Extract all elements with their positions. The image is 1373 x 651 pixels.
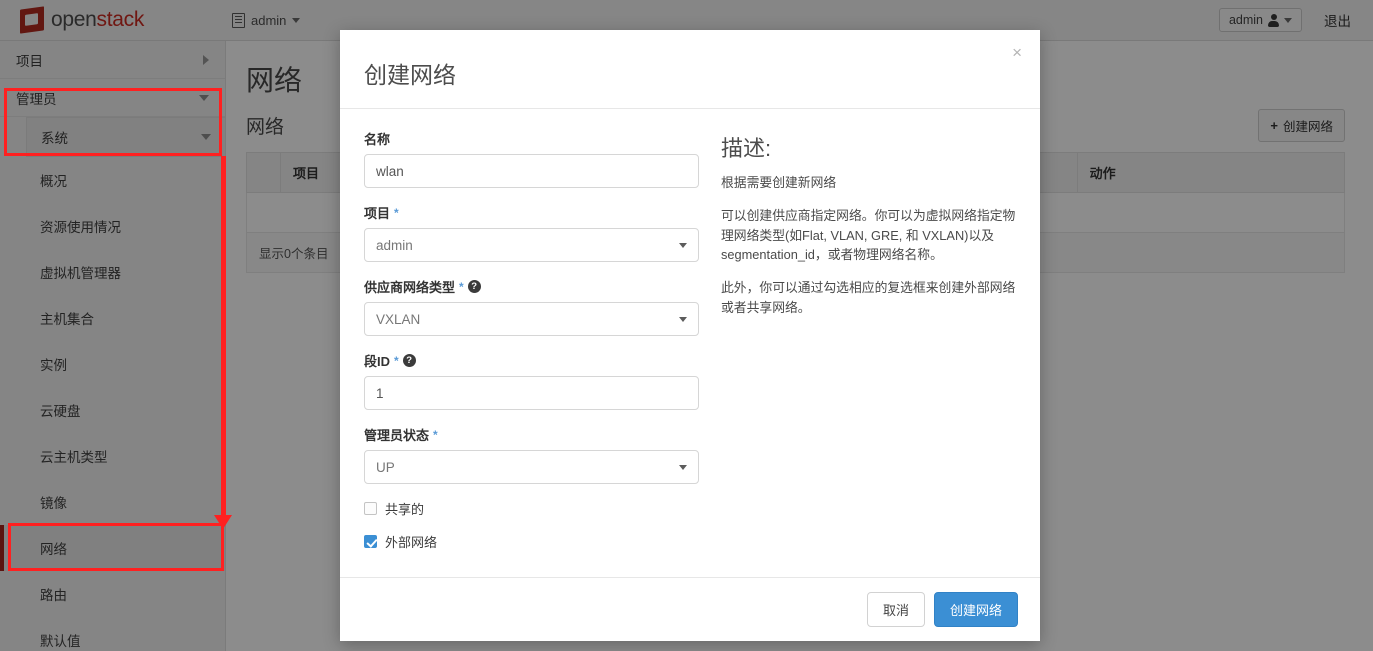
modal-header: 创建网络 × xyxy=(340,30,1040,109)
description-paragraph-1: 根据需要创建新网络 xyxy=(721,175,837,190)
external-network-checkbox[interactable] xyxy=(364,535,377,548)
admin-state-select[interactable]: UP xyxy=(364,450,699,484)
close-icon[interactable]: × xyxy=(1012,44,1022,61)
cancel-button[interactable]: 取消 xyxy=(866,592,925,627)
required-marker: * xyxy=(394,353,399,368)
field-name: 名称 wlan xyxy=(364,129,699,188)
network-type-select-value: VXLAN xyxy=(376,311,421,327)
field-network-type-label: 供应商网络类型 * ? xyxy=(364,277,699,296)
field-name-label: 名称 xyxy=(364,129,699,148)
modal-description: 描述: 根据需要创建新网络 可以创建供应商指定网络。你可以为虚拟网络指定物理网络… xyxy=(699,129,1016,551)
description-paragraph-3: 此外，你可以通过勾选相应的复选框来创建外部网络或者共享网络。 xyxy=(721,280,1016,316)
field-network-type-label-text: 供应商网络类型 xyxy=(364,280,456,295)
modal-form: 名称 wlan 项目 * admin 供应商网络类型 * ? VXLAN 段ID… xyxy=(364,129,699,551)
external-network-checkbox-row[interactable]: 外部网络 xyxy=(364,532,699,551)
field-project-label-text: 项目 xyxy=(364,206,391,221)
app-root: openstack admin admin 退出 项目 管理员 系统 概况 资源… xyxy=(0,0,1373,651)
help-icon[interactable]: ? xyxy=(467,280,481,293)
project-select[interactable]: admin xyxy=(364,228,699,262)
field-project-label: 项目 * xyxy=(364,203,699,222)
submit-create-network-button[interactable]: 创建网络 xyxy=(933,592,1018,627)
description-paragraph-2: 可以创建供应商指定网络。你可以为虚拟网络指定物理网络类型(如Flat, VLAN… xyxy=(721,207,1016,263)
field-project: 项目 * admin xyxy=(364,203,699,262)
external-network-checkbox-label: 外部网络 xyxy=(385,535,438,550)
field-admin-state: 管理员状态 * UP xyxy=(364,425,699,484)
modal-body: 名称 wlan 项目 * admin 供应商网络类型 * ? VXLAN 段ID… xyxy=(340,109,1040,577)
required-marker: * xyxy=(459,279,464,294)
field-segmentation-id: 段ID * ? 1 xyxy=(364,351,699,410)
name-input-value: wlan xyxy=(376,163,404,179)
description-title: 描述: xyxy=(721,136,772,161)
admin-state-select-value: UP xyxy=(376,459,395,475)
help-icon[interactable]: ? xyxy=(402,354,416,367)
name-input[interactable]: wlan xyxy=(364,154,699,188)
shared-checkbox[interactable] xyxy=(364,502,377,515)
shared-checkbox-row[interactable]: 共享的 xyxy=(364,499,699,518)
field-network-type: 供应商网络类型 * ? VXLAN xyxy=(364,277,699,336)
segmentation-id-input[interactable]: 1 xyxy=(364,376,699,410)
chevron-down-icon xyxy=(679,464,687,470)
field-segmentation-id-label: 段ID * ? xyxy=(364,351,699,370)
required-marker: * xyxy=(394,205,399,220)
field-name-label-text: 名称 xyxy=(364,132,391,147)
field-segmentation-id-label-text: 段ID xyxy=(364,354,391,369)
network-type-select[interactable]: VXLAN xyxy=(364,302,699,336)
chevron-down-icon xyxy=(679,316,687,322)
modal-footer: 取消 创建网络 xyxy=(340,577,1040,641)
field-admin-state-label: 管理员状态 * xyxy=(364,425,699,444)
required-marker: * xyxy=(433,427,438,442)
modal-title: 创建网络 xyxy=(364,62,456,88)
chevron-down-icon xyxy=(679,242,687,248)
project-select-value: admin xyxy=(376,237,413,253)
field-admin-state-label-text: 管理员状态 xyxy=(364,428,430,443)
create-network-modal: 创建网络 × 名称 wlan 项目 * admin 供应商网络类型 * ? VX… xyxy=(340,30,1040,641)
shared-checkbox-label: 共享的 xyxy=(385,502,425,517)
segmentation-id-input-value: 1 xyxy=(376,385,384,401)
